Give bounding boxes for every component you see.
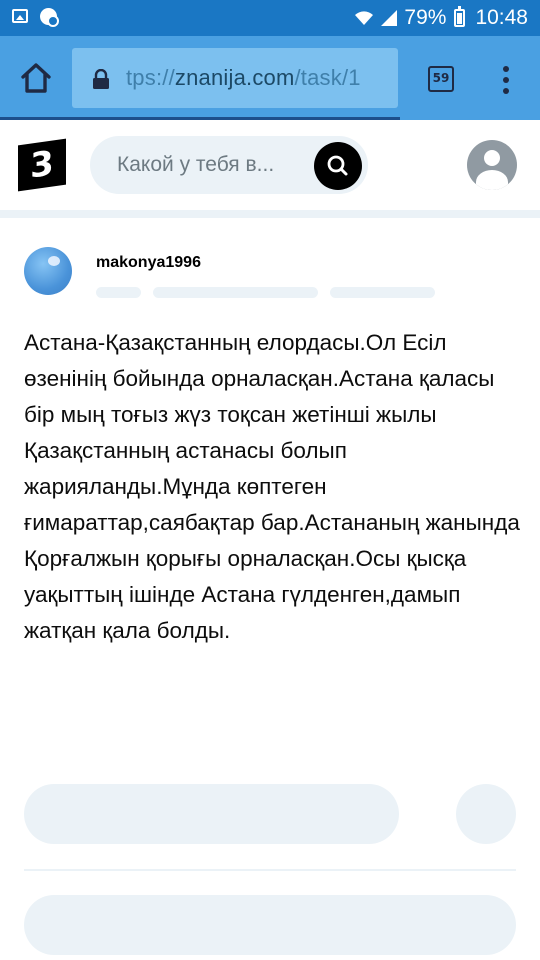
header-divider: [0, 210, 540, 218]
action-button-placeholder[interactable]: [24, 784, 399, 844]
signal-icon: [381, 10, 398, 26]
lock-icon: [93, 69, 109, 89]
site-logo[interactable]: 3: [18, 138, 66, 192]
comment-field-placeholder[interactable]: [24, 895, 516, 955]
browser-toolbar: tps://znanija.com/task/1 59: [0, 36, 540, 120]
battery-icon: [454, 6, 466, 27]
author-avatar[interactable]: [24, 247, 72, 295]
meta-placeholder: [153, 287, 318, 298]
url-prefix: tps://: [126, 65, 175, 90]
url-bar[interactable]: tps://znanija.com/task/1: [72, 48, 398, 108]
status-bar: 79% 10:48: [0, 0, 540, 36]
search-input[interactable]: Какой у тебя в...: [117, 136, 274, 194]
gallery-icon: [12, 9, 28, 23]
settings-notification-icon: [40, 8, 59, 27]
meta-placeholder: [330, 287, 435, 298]
site-header: 3 Какой у тебя в...: [0, 120, 540, 210]
search-icon: [327, 155, 348, 176]
clock: 10:48: [475, 6, 528, 29]
section-divider: [24, 869, 516, 871]
wifi-icon: [355, 11, 374, 25]
user-avatar-icon[interactable]: [467, 140, 517, 190]
status-right: 79% 10:48: [354, 0, 528, 36]
answer-text: Астана-Қазақстанның елордасы.Ол Есіл өзе…: [24, 330, 520, 643]
author-username[interactable]: makonya1996: [96, 254, 201, 272]
url-host: znanija.com: [174, 65, 295, 90]
search-button[interactable]: [314, 142, 362, 190]
url-path: /task/1: [294, 65, 361, 90]
home-icon[interactable]: [16, 58, 56, 98]
browser-menu-icon[interactable]: [496, 62, 516, 98]
battery-percent: 79%: [404, 6, 447, 29]
action-circle-placeholder[interactable]: [456, 784, 516, 844]
tab-switcher-button[interactable]: 59: [428, 66, 454, 92]
meta-placeholder: [96, 287, 141, 298]
status-left-icons: [12, 8, 59, 27]
url-text[interactable]: tps://znanija.com/task/1: [126, 65, 361, 91]
